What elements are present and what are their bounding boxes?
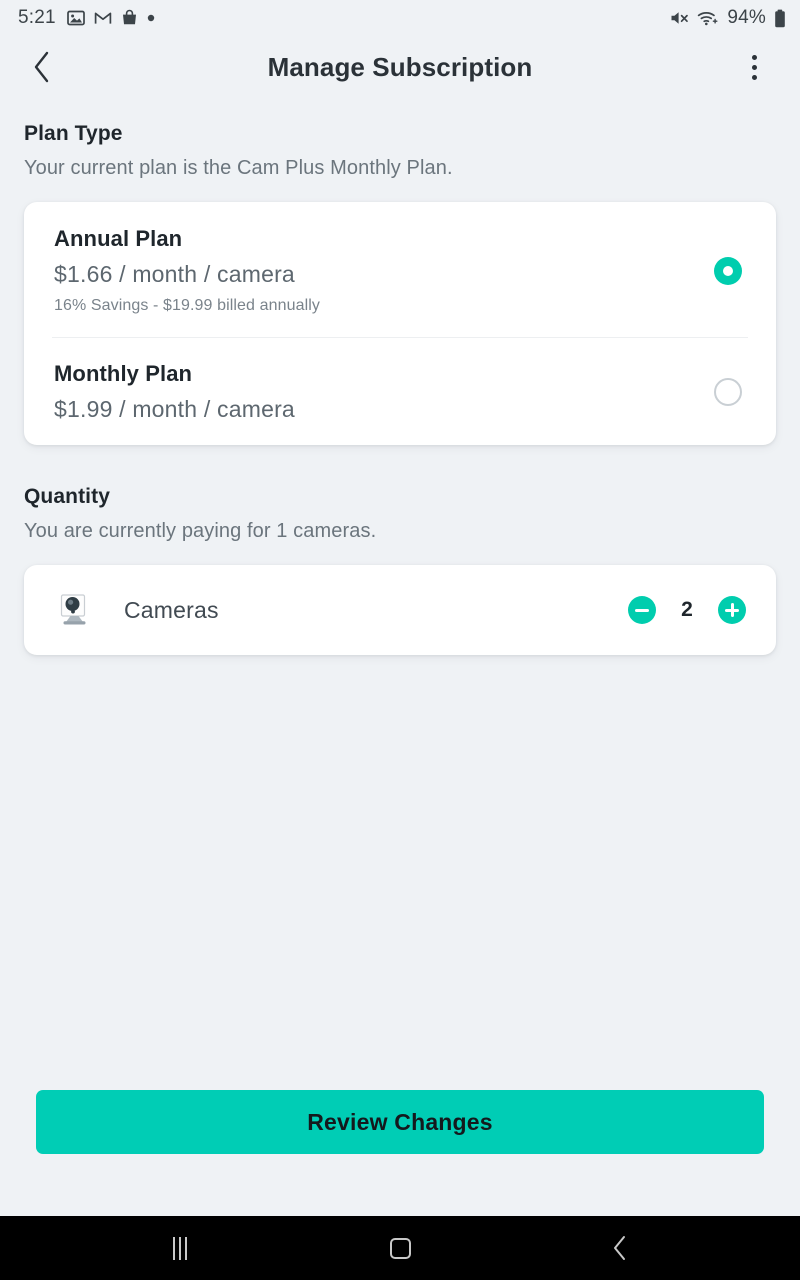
quantity-heading: Quantity [24,485,776,509]
quantity-value: 2 [656,598,718,622]
chevron-left-icon [31,50,53,84]
camera-icon [56,591,94,629]
battery-percent: 94% [727,7,766,29]
quantity-row-cameras: Cameras 2 [24,565,776,655]
plan-option-annual[interactable]: Annual Plan $1.66 / month / camera 16% S… [24,202,776,337]
plan-savings-note: 16% Savings - $19.99 billed annually [54,297,714,315]
recents-icon [173,1237,187,1260]
status-bar: 5:21 [0,0,800,36]
menu-dot [752,65,757,70]
wifi-icon [697,9,719,27]
plan-type-subtitle: Your current plan is the Cam Plus Monthl… [24,157,776,180]
android-nav-bar [0,1216,800,1280]
menu-dot [752,75,757,80]
plan-info: Monthly Plan $1.99 / month / camera [54,361,714,423]
quantity-subtitle: You are currently paying for 1 cameras. [24,520,776,543]
plan-name: Annual Plan [54,226,714,252]
plan-name: Monthly Plan [54,361,714,387]
decrement-button[interactable] [628,596,656,624]
plan-type-heading: Plan Type [24,122,776,146]
plan-price: $1.66 / month / camera [54,261,714,288]
plan-type-section: Plan Type Your current plan is the Cam P… [24,122,776,445]
mute-icon [669,9,689,27]
app-header: Manage Subscription [0,36,800,98]
shopping-bag-icon [121,9,138,27]
quantity-item-label: Cameras [124,597,628,624]
quantity-stepper: 2 [628,596,746,624]
nav-home-button[interactable] [365,1216,435,1280]
status-bar-left: 5:21 [18,7,155,29]
quantity-card: Cameras 2 [24,565,776,655]
battery-icon [774,9,786,28]
review-changes-button[interactable]: Review Changes [36,1090,764,1154]
nav-back-button[interactable] [585,1216,655,1280]
status-bar-right: 94% [669,7,786,29]
app-screen: 5:21 [0,0,800,1280]
plan-radio-monthly[interactable] [714,378,742,406]
plan-options-card: Annual Plan $1.66 / month / camera 16% S… [24,202,776,445]
menu-dot [752,55,757,60]
plan-radio-annual[interactable] [714,257,742,285]
plan-price: $1.99 / month / camera [54,396,714,423]
quantity-section: Quantity You are currently paying for 1 … [24,485,776,655]
back-button[interactable] [20,45,64,89]
main-content: Plan Type Your current plan is the Cam P… [0,98,800,1090]
gmail-icon [94,9,112,27]
back-icon [611,1235,629,1261]
dot-icon [147,14,155,22]
overflow-menu-button[interactable] [732,45,776,89]
page-title: Manage Subscription [0,52,800,83]
plan-option-monthly[interactable]: Monthly Plan $1.99 / month / camera [24,337,776,445]
status-time: 5:21 [18,7,56,29]
increment-button[interactable] [718,596,746,624]
cta-container: Review Changes [0,1090,800,1216]
nav-recents-button[interactable] [145,1216,215,1280]
plan-info: Annual Plan $1.66 / month / camera 16% S… [54,226,714,315]
photos-icon [67,9,85,27]
home-icon [390,1238,411,1259]
